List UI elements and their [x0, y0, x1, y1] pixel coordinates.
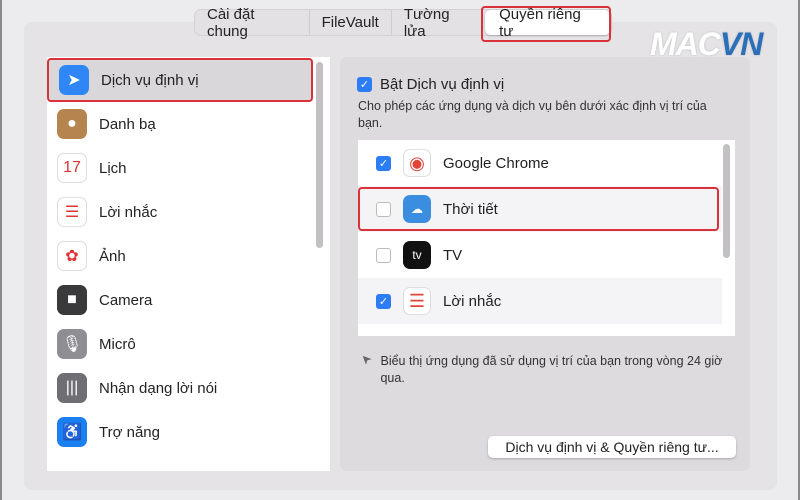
camera-icon: ■ [57, 285, 87, 315]
accessibility-icon: ♿ [57, 417, 87, 447]
enable-location-services[interactable]: ✓ Bật Dịch vụ định vị [357, 76, 504, 93]
chrome-icon: ◉ [403, 149, 431, 177]
tab-general[interactable]: Cài đặt chung [195, 6, 310, 40]
app-row[interactable]: ✓ ◉ Google Chrome [358, 140, 722, 186]
sidebar-item[interactable]: 17 Lịch [47, 146, 315, 190]
reminders-icon: ☰ [57, 197, 87, 227]
app-checkbox[interactable] [376, 201, 391, 217]
app-list: ✓ ◉ Google Chrome ☁ Thời tiết tv TV ✓ ☰ Lời nhắc [358, 140, 735, 336]
sidebar-item-label: Micrô [99, 335, 136, 353]
app-name: TV [443, 246, 463, 264]
app-row[interactable]: ✓ ☰ Lời nhắc [358, 278, 722, 324]
sidebar-item[interactable]: ☰ Lời nhắc [47, 190, 315, 234]
calendar-icon: 17 [57, 153, 87, 183]
app-row[interactable]: tv TV [358, 232, 722, 278]
usage-hint: ➤ Biểu thị ứng dụng đã sử dụng vị trí củ… [357, 350, 730, 387]
sidebar-item-label: Nhận dạng lời nói [99, 379, 218, 397]
microphone-icon: 🎙 [57, 329, 87, 359]
sidebar-item[interactable]: ♿ Trợ năng [47, 410, 315, 454]
location-privacy-button[interactable]: Dịch vụ định vị & Quyền riêng tư... [488, 436, 736, 458]
sidebar-item-label: Ảnh [99, 247, 126, 265]
sidebar-item-label: Camera [99, 291, 153, 309]
sidebar-item[interactable]: ● Danh bạ [47, 102, 315, 146]
app-checkbox[interactable]: ✓ [376, 155, 391, 171]
tab-firewall[interactable]: Tường lửa [392, 6, 485, 40]
apple-tv-icon: tv [403, 241, 431, 269]
tab-bar: Cài đặt chung FileVault Tường lửa Quyền … [194, 6, 612, 40]
sidebar-item[interactable]: 🎙 Micrô [47, 322, 315, 366]
app-checkbox[interactable] [376, 247, 391, 263]
weather-icon: ☁ [403, 195, 431, 223]
location-arrow-icon: ➤ [59, 65, 89, 95]
app-name: Lời nhắc [443, 292, 502, 310]
app-row[interactable]: ☁ Thời tiết [358, 186, 722, 232]
photos-icon: ✿ [57, 241, 87, 271]
sidebar-item[interactable]: ✿ Ảnh [47, 234, 315, 278]
hint-text: Biểu thị ứng dụng đã sử dụng vị trí của … [380, 354, 723, 385]
sidebar-item-label: Danh bạ [99, 115, 156, 133]
tab-filevault[interactable]: FileVault [310, 10, 392, 35]
description: Cho phép các ứng dụng và dịch vụ bên dướ… [358, 99, 707, 130]
speech-waveform-icon: ||| [57, 373, 87, 403]
sidebar-item-label: Dịch vụ định vị [101, 71, 199, 89]
sidebar-item[interactable]: ||| Nhận dạng lời nói [47, 366, 315, 410]
app-checkbox[interactable]: ✓ [376, 293, 391, 309]
sidebar-item[interactable]: ■ Camera [47, 278, 315, 322]
sidebar-scrollbar[interactable] [316, 62, 323, 248]
tab-privacy[interactable]: Quyền riêng tư [485, 6, 611, 40]
contacts-icon: ● [57, 109, 87, 139]
sidebar-item[interactable]: ➤ Dịch vụ định vị [49, 58, 311, 102]
location-arrow-icon: ➤ [357, 350, 375, 368]
app-name: Thời tiết [443, 200, 498, 218]
app-name: Google Chrome [443, 154, 549, 172]
app-list-scrollbar[interactable] [723, 144, 730, 258]
enable-location-label: Bật Dịch vụ định vị [380, 76, 505, 93]
sidebar-item-label: Trợ năng [99, 423, 160, 441]
enable-location-checkbox[interactable]: ✓ [357, 77, 372, 92]
reminders-icon: ☰ [403, 287, 431, 315]
sidebar-item-label: Lịch [99, 159, 127, 177]
sidebar-item-label: Lời nhắc [99, 203, 158, 221]
privacy-category-list: ➤ Dịch vụ định vị ● Danh bạ 17 Lịch ☰ Lời nhắc ✿… [47, 57, 330, 471]
